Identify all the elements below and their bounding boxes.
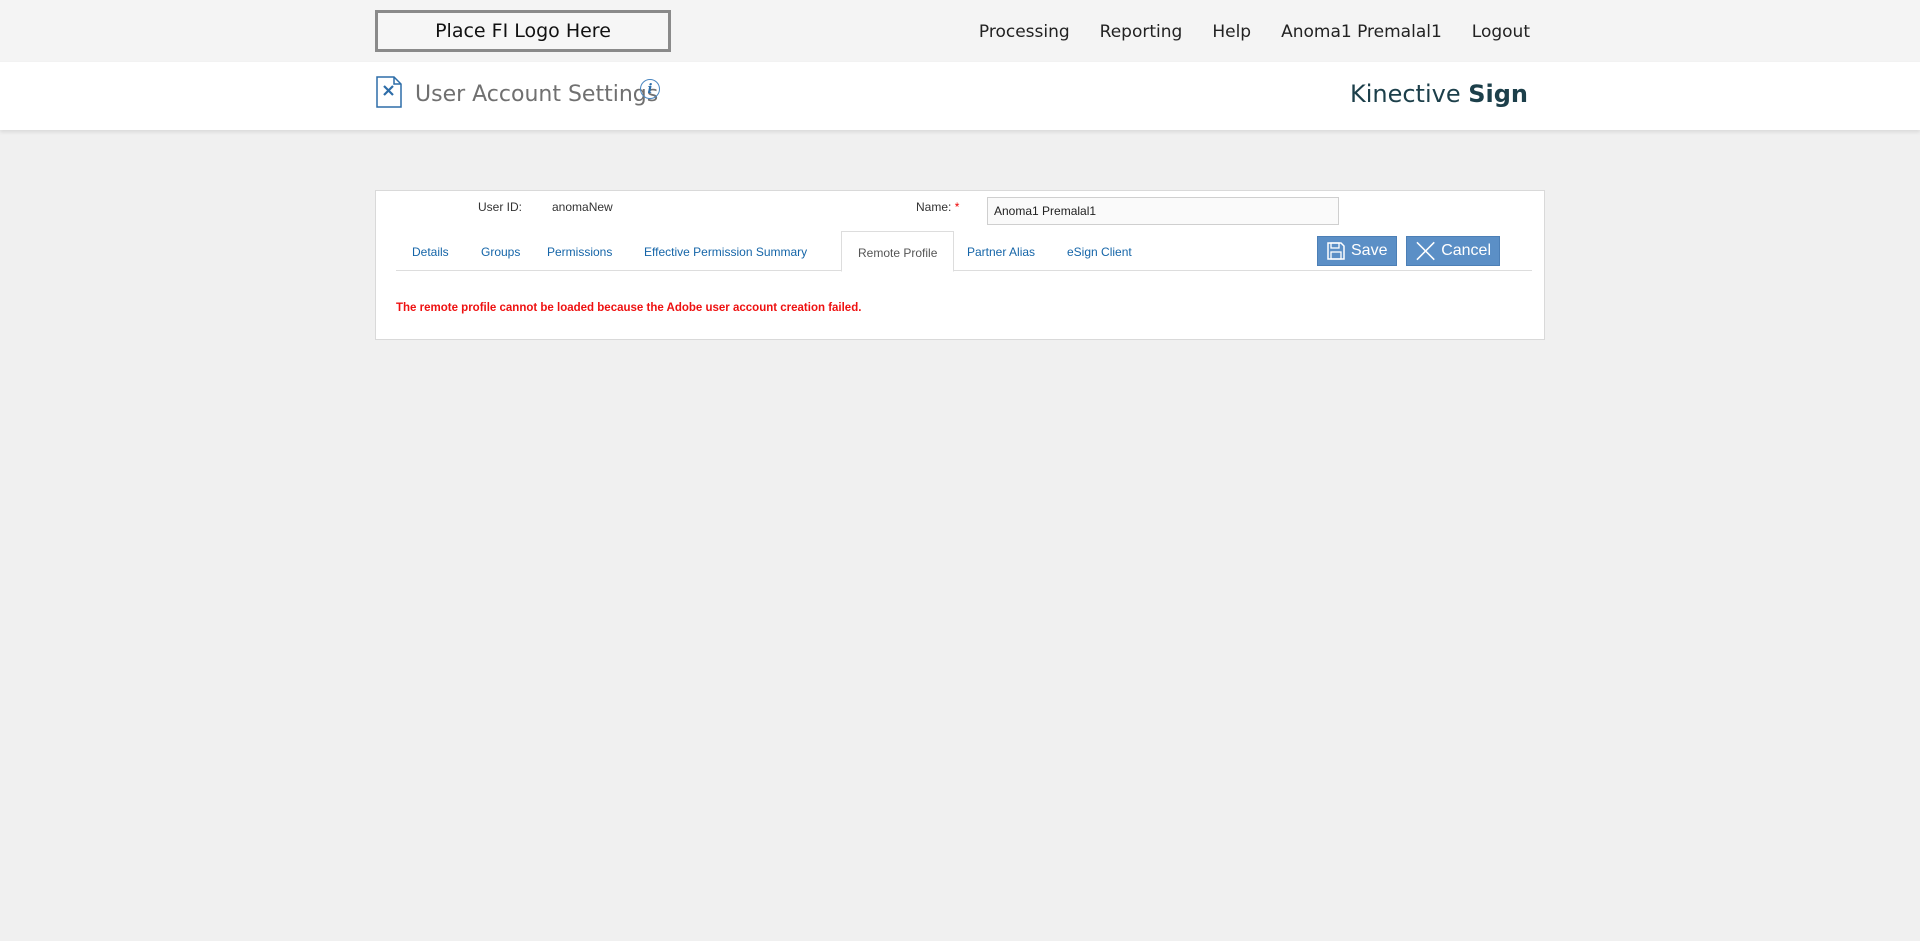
name-label: Name: * [916,200,959,214]
tab-details[interactable]: Details [396,231,465,271]
brand-text-bold: Sign [1468,80,1528,108]
user-account-panel: User ID: anomaNew Name: * Details Groups… [375,190,1545,340]
main-nav: Processing Reporting Help Anoma1 Premala… [979,22,1530,42]
save-label: Save [1351,242,1388,259]
nav-logout[interactable]: Logout [1472,22,1530,42]
brand-logo: Kinective Sign [1350,80,1528,108]
cancel-label: Cancel [1441,242,1491,259]
tab-permissions[interactable]: Permissions [531,231,628,271]
close-icon [1416,241,1435,261]
save-icon [1327,242,1345,260]
required-marker: * [954,200,960,214]
nav-user-name[interactable]: Anoma1 Premalal1 [1281,22,1442,42]
nav-help[interactable]: Help [1212,22,1251,42]
tab-effective-permission-summary[interactable]: Effective Permission Summary [628,231,823,271]
cancel-button[interactable]: Cancel [1406,236,1500,266]
error-message: The remote profile cannot be loaded beca… [396,302,862,314]
tab-groups[interactable]: Groups [465,231,536,271]
info-icon[interactable]: i [640,79,660,99]
top-bar: Place FI Logo Here Processing Reporting … [0,0,1920,62]
brand-text: Kinective [1349,80,1469,108]
save-button[interactable]: Save [1317,236,1397,266]
user-settings-document-icon [376,76,402,108]
name-label-text: Name: [916,200,952,214]
tab-esign-client[interactable]: eSign Client [1051,231,1148,271]
page-title: User Account Settings [415,82,659,107]
page-header: User Account Settings i Kinective Sign [0,62,1920,130]
user-id-value: anomaNew [552,200,613,214]
fi-logo-placeholder[interactable]: Place FI Logo Here [375,10,671,52]
tab-partner-alias[interactable]: Partner Alias [951,231,1051,271]
nav-processing[interactable]: Processing [979,22,1070,42]
user-id-label: User ID: [478,200,523,214]
name-field[interactable] [987,197,1339,225]
tab-remote-profile[interactable]: Remote Profile [841,231,955,272]
nav-reporting[interactable]: Reporting [1100,22,1183,42]
